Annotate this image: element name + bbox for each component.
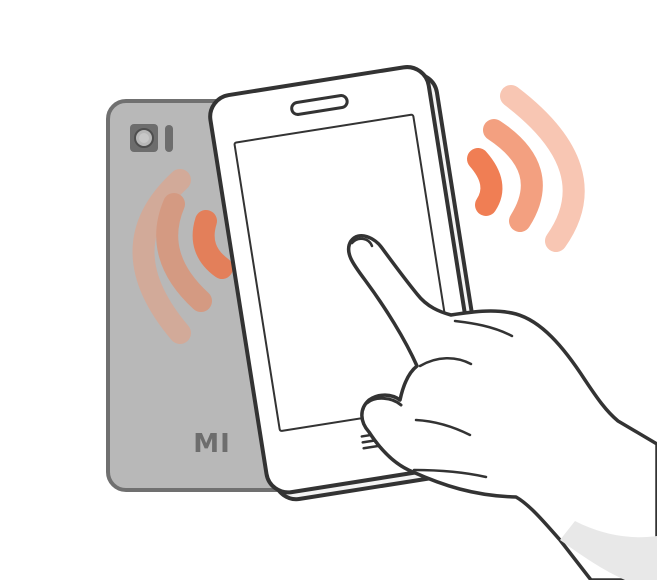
illustration-svg: MI <box>106 65 657 580</box>
flash-icon <box>165 125 173 152</box>
nfc-illustration: MI <box>0 0 657 580</box>
brand-logo: MI <box>193 429 231 459</box>
signal-waves-icon <box>467 85 585 252</box>
camera-icon <box>130 124 158 152</box>
hand-pointer-icon <box>346 233 657 580</box>
